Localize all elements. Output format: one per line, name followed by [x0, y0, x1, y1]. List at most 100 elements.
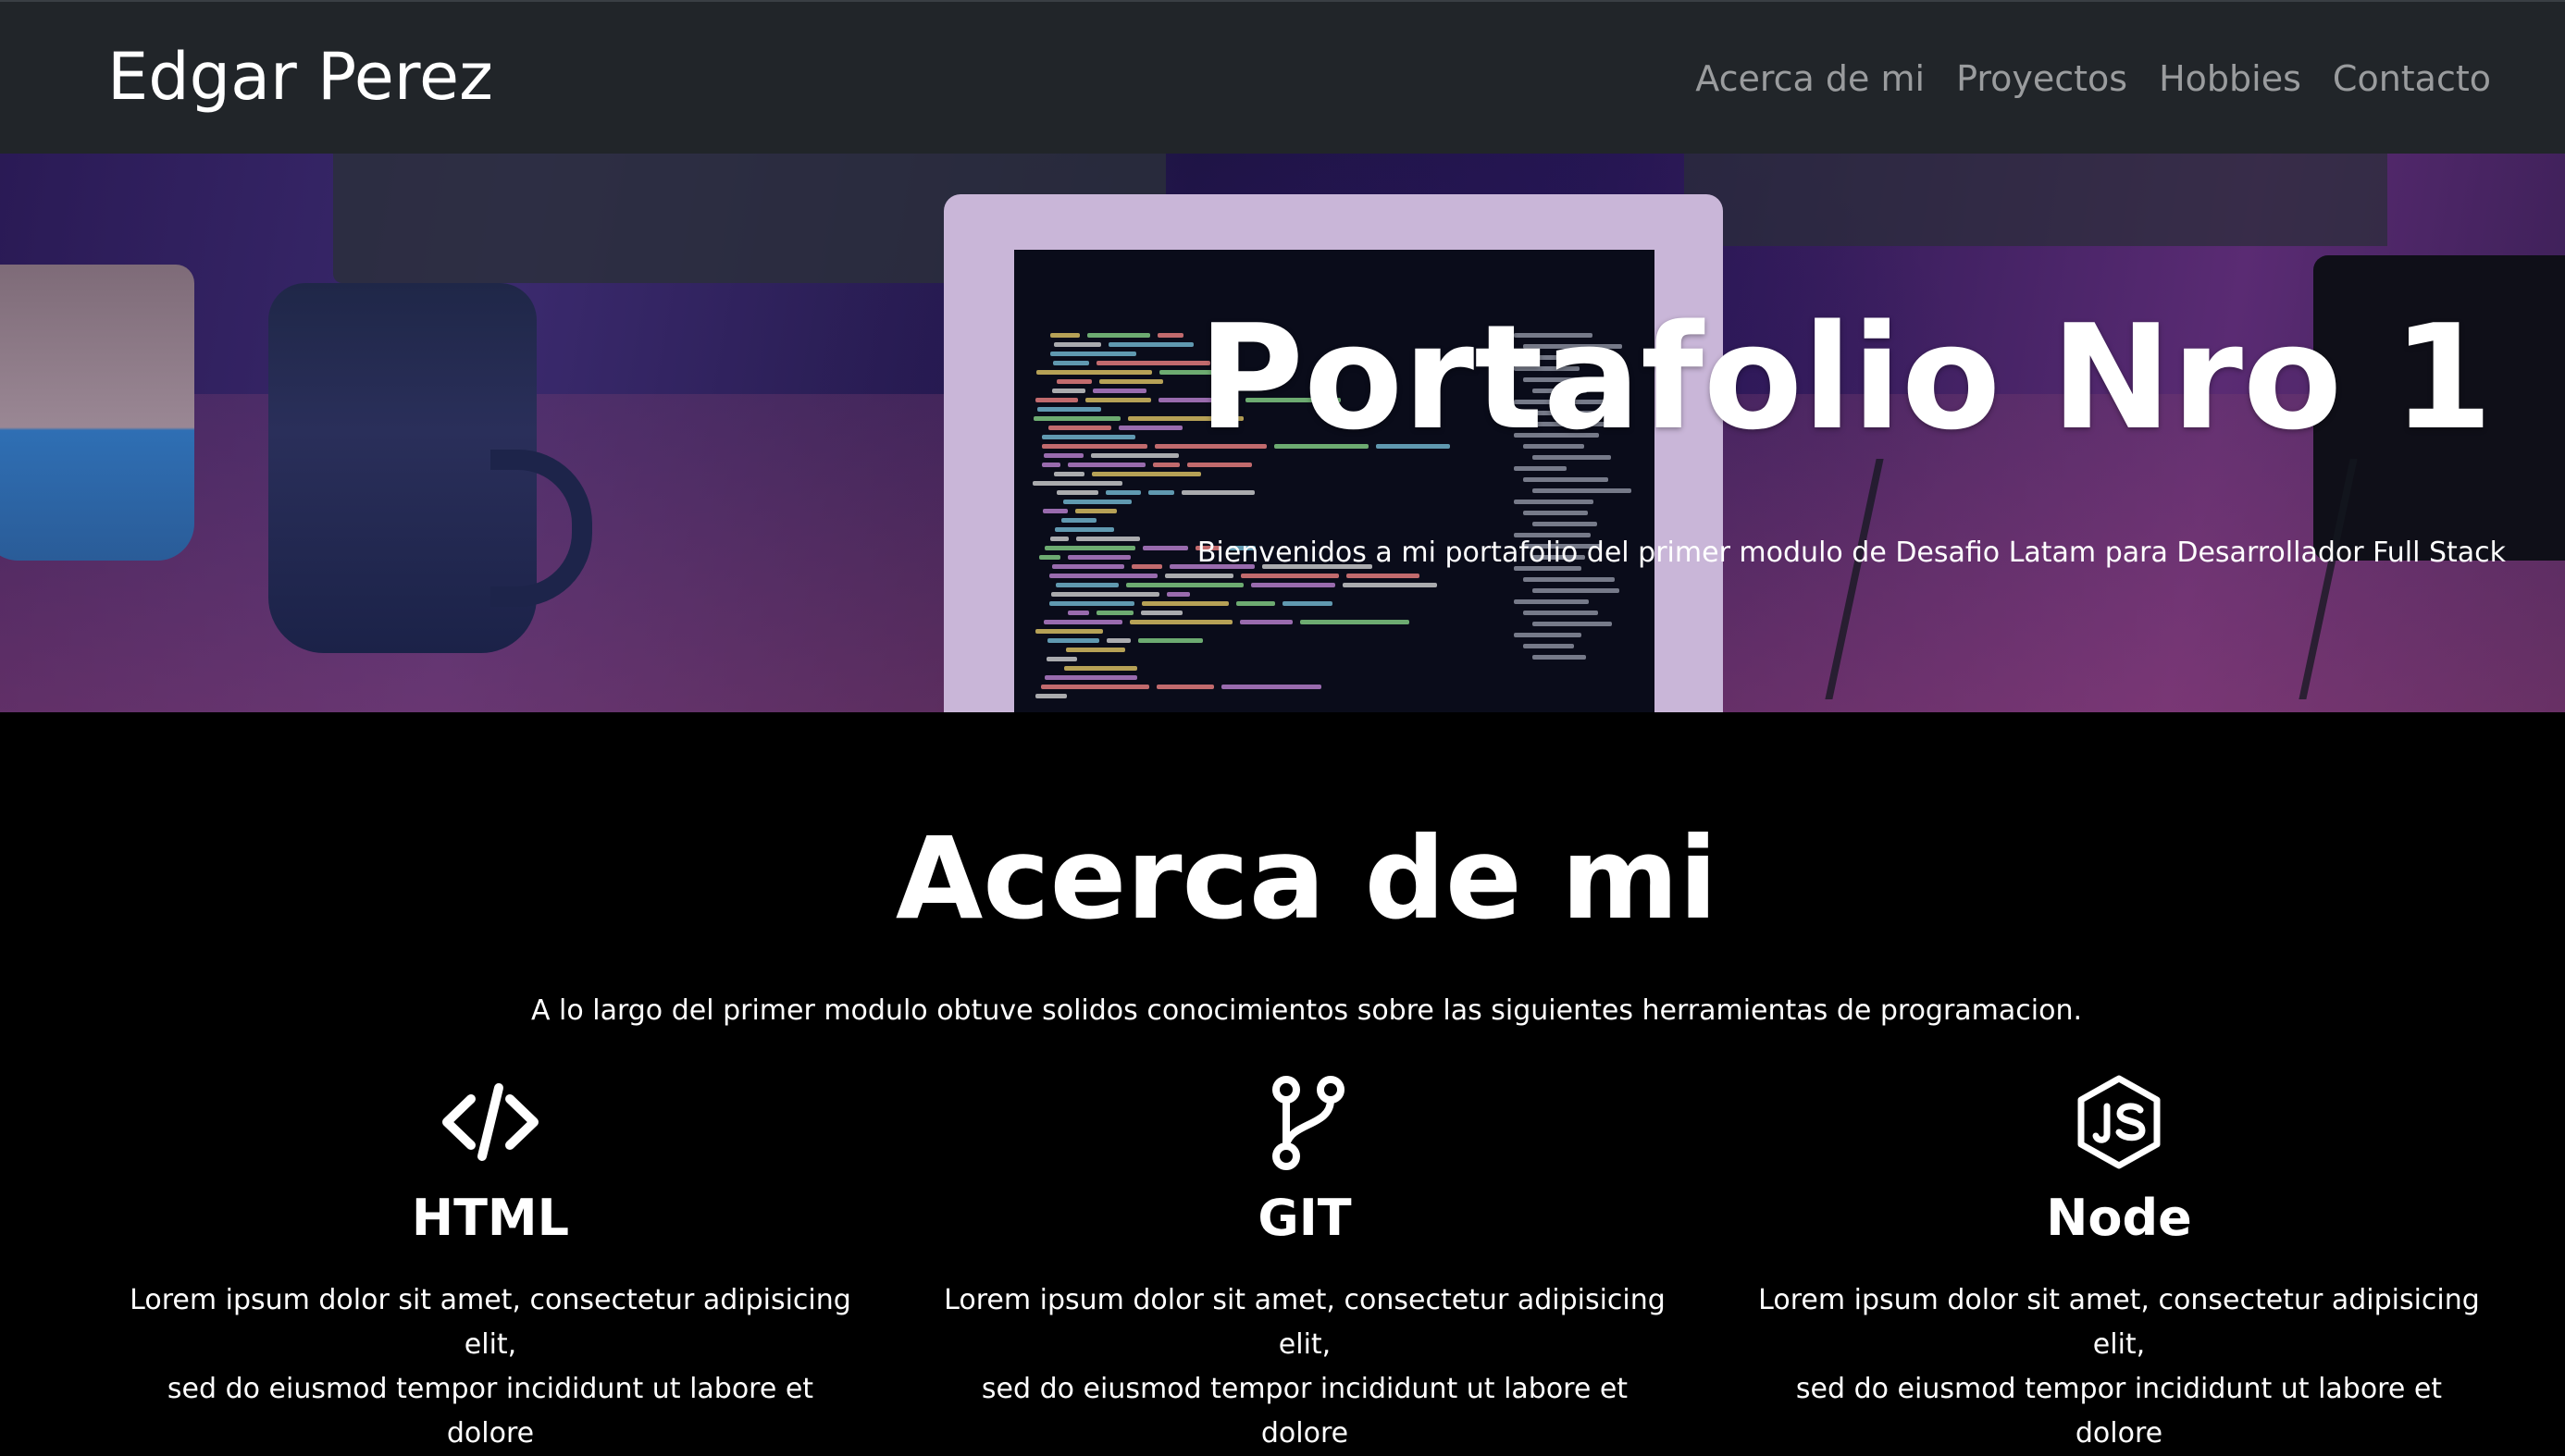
- code-text-line: [1130, 620, 1233, 624]
- code-text-line: [1068, 611, 1089, 615]
- code-text-line: [1138, 638, 1203, 643]
- code-text-line: [1187, 463, 1252, 467]
- code-icon: [442, 1083, 539, 1161]
- code-text-line: [1251, 583, 1335, 587]
- code-text-line: [1049, 601, 1134, 606]
- skill-description-line: sed do eiusmod tempor incididunt ut labo…: [981, 1373, 1629, 1450]
- nav-link-acerca[interactable]: Acerca de mi: [1695, 54, 1925, 104]
- code-text-line: [1061, 518, 1097, 523]
- skill-name: Node: [2046, 1189, 2192, 1247]
- code-text-line: [1034, 416, 1121, 421]
- code-text-line: [1051, 592, 1159, 597]
- code-text-line: [1048, 426, 1111, 430]
- file-tree-line: [1532, 622, 1612, 626]
- code-text-line: [1036, 370, 1152, 375]
- code-text-line: [1119, 426, 1183, 430]
- code-text-line: [1057, 379, 1092, 384]
- code-text-line: [1064, 666, 1137, 671]
- file-tree-line: [1514, 599, 1589, 604]
- code-text-line: [1054, 342, 1101, 347]
- code-text-line: [1075, 509, 1117, 513]
- navbar-brand[interactable]: Edgar Perez: [107, 35, 493, 118]
- hero-subtitle: Bienvenidos a mi portafolio del primer m…: [1196, 537, 2506, 569]
- skill-description: Lorem ipsum dolor sit amet, consectetur …: [120, 1278, 861, 1456]
- code-text-line: [1091, 453, 1179, 458]
- code-text-line: [1042, 435, 1135, 439]
- skill-name: GIT: [1258, 1189, 1352, 1247]
- navbar: Edgar Perez Acerca de mi Proyectos Hobbi…: [0, 0, 2565, 154]
- code-text-line: [1035, 629, 1103, 634]
- hero-monitor-image-right: [1684, 154, 2387, 246]
- code-text-line: [1085, 398, 1151, 402]
- nav-link-hobbies[interactable]: Hobbies: [2159, 54, 2301, 104]
- code-text-line: [1042, 444, 1147, 449]
- code-text-line: [1343, 583, 1437, 587]
- file-tree-line: [1532, 522, 1597, 526]
- code-text-line: [1035, 694, 1067, 698]
- code-text-line: [1240, 620, 1293, 624]
- nodejs-icon: [2077, 1075, 2161, 1169]
- code-text-line: [1056, 583, 1119, 587]
- code-text-line: [1052, 564, 1124, 569]
- code-text-line: [1097, 361, 1210, 365]
- code-text-line: [1035, 398, 1078, 402]
- code-text-line: [1087, 333, 1150, 338]
- skill-description-line: sed do eiusmod tempor incididunt ut labo…: [1795, 1373, 2443, 1450]
- code-text-line: [1044, 620, 1122, 624]
- file-tree-line: [1532, 588, 1619, 593]
- file-tree-line: [1523, 477, 1608, 482]
- code-text-line: [1126, 583, 1244, 587]
- skill-card-html: HTML Lorem ipsum dolor sit amet, consect…: [120, 1071, 861, 1456]
- code-text-line: [1165, 574, 1233, 578]
- code-text-line: [1097, 611, 1134, 615]
- hero-glasses-image: [1825, 459, 2358, 699]
- code-text-line: [1055, 527, 1114, 532]
- code-text-line: [1300, 620, 1409, 624]
- code-text-line: [1044, 453, 1084, 458]
- skill-description-line: Lorem ipsum dolor sit amet, consectetur …: [130, 1284, 851, 1361]
- code-text-line: [1053, 361, 1089, 365]
- code-text-line: [1050, 537, 1069, 541]
- code-text-line: [1054, 472, 1084, 476]
- hero-banner: Portafolio Nro 1 Bienvenidos a mi portaf…: [0, 154, 2565, 712]
- code-text-line: [1099, 379, 1163, 384]
- code-text-line: [1142, 601, 1229, 606]
- git-branch-icon: [1272, 1076, 1344, 1170]
- code-text-line: [1282, 601, 1332, 606]
- code-text-line: [1057, 490, 1098, 495]
- skill-description-line: Lorem ipsum dolor sit amet, consectetur …: [944, 1284, 1666, 1361]
- code-text-line: [1167, 592, 1190, 597]
- code-text-line: [1037, 407, 1101, 412]
- code-text-line: [1141, 611, 1183, 615]
- skill-card-git: GIT Lorem ipsum dolor sit amet, consecte…: [935, 1071, 1675, 1456]
- skill-description: Lorem ipsum dolor sit amet, consectetur …: [1749, 1278, 2489, 1456]
- file-tree-line: [1514, 466, 1567, 471]
- nav-links: Acerca de mi Proyectos Hobbies Contacto: [1695, 54, 2491, 104]
- code-text-line: [1068, 463, 1146, 467]
- code-text-line: [1068, 555, 1131, 560]
- file-tree-line: [1532, 488, 1631, 493]
- about-text: A lo largo del primer modulo obtuve soli…: [530, 994, 2083, 1027]
- file-tree-line: [1532, 655, 1586, 660]
- code-text-line: [1106, 490, 1141, 495]
- nav-link-contacto[interactable]: Contacto: [2333, 54, 2491, 104]
- file-tree-line: [1523, 511, 1588, 515]
- skill-description-line: sed do eiusmod tempor incididunt ut labo…: [167, 1373, 814, 1450]
- code-text-line: [1076, 537, 1140, 541]
- code-text-line: [1132, 564, 1162, 569]
- about-title: Acerca de mi: [895, 813, 1718, 944]
- code-text-line: [1148, 490, 1174, 495]
- code-text-line: [1153, 463, 1180, 467]
- code-text-line: [1182, 490, 1255, 495]
- nav-link-proyectos[interactable]: Proyectos: [1956, 54, 2127, 104]
- code-text-line: [1033, 481, 1122, 486]
- code-text-line: [1047, 657, 1077, 661]
- code-text-line: [1047, 638, 1099, 643]
- code-text-line: [1093, 389, 1146, 393]
- skill-card-node: Node Lorem ipsum dolor sit amet, consect…: [1749, 1071, 2489, 1456]
- code-text-line: [1043, 509, 1068, 513]
- file-tree-line: [1514, 500, 1593, 504]
- code-text-line: [1157, 685, 1214, 689]
- file-tree-line: [1523, 644, 1574, 648]
- code-text-line: [1109, 342, 1194, 347]
